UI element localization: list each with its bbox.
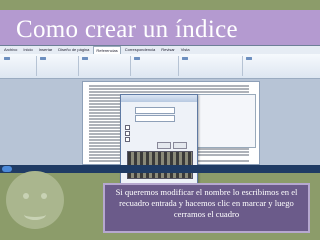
option-checkbox[interactable] (125, 137, 130, 142)
smiley-eye (23, 193, 29, 199)
ribbon-group-table-of-authorities (244, 56, 318, 76)
smiley-face-icon (6, 171, 64, 229)
ribbon-group-captions (132, 56, 179, 76)
slide: Como crear un índice Archivo Inicio Insert… (0, 0, 320, 240)
document-text-line (89, 91, 249, 93)
ribbon-tab[interactable]: Archivo (2, 46, 19, 54)
option-checkbox[interactable] (125, 131, 130, 136)
mark-all-button[interactable] (173, 142, 187, 149)
taskbar (0, 165, 320, 173)
start-button[interactable] (2, 166, 12, 172)
slide-title: Como crear un índice (16, 16, 238, 43)
ribbon-tab[interactable]: Referencias (93, 46, 121, 54)
caption-box: Si queremos modificar el nombre lo escri… (103, 183, 310, 233)
ribbon-tab[interactable]: Revisar (159, 46, 177, 54)
ribbon-tab[interactable]: Inicio (21, 46, 34, 54)
smiley-eye (41, 193, 47, 199)
mark-button[interactable] (157, 142, 171, 149)
ribbon-tab[interactable]: Insertar (37, 46, 55, 54)
word-screenshot: Archivo Inicio Insertar Diseño de página Ref… (0, 45, 320, 184)
document-text-line (89, 85, 249, 87)
ribbon-group-footnotes (38, 56, 79, 76)
subentry-input[interactable] (135, 115, 175, 122)
ribbon-group-toc (2, 56, 37, 76)
ribbon-tabs: Archivo Inicio Insertar Diseño de página Ref… (0, 46, 320, 54)
document-text-line (89, 88, 249, 90)
option-checkbox[interactable] (125, 125, 130, 130)
ribbon-tab[interactable]: Diseño de página (56, 46, 91, 54)
ribbon-tab[interactable]: Vista (179, 46, 192, 54)
ribbon-group-index (180, 56, 243, 76)
dialog-title-bar (121, 95, 197, 102)
ribbon-tab[interactable]: Correspondencia (123, 46, 157, 54)
ribbon-group-citations (80, 56, 131, 76)
smiley-mouth (24, 209, 46, 220)
ribbon (0, 54, 320, 79)
mark-index-panel (196, 94, 256, 148)
entry-input[interactable] (135, 107, 175, 114)
